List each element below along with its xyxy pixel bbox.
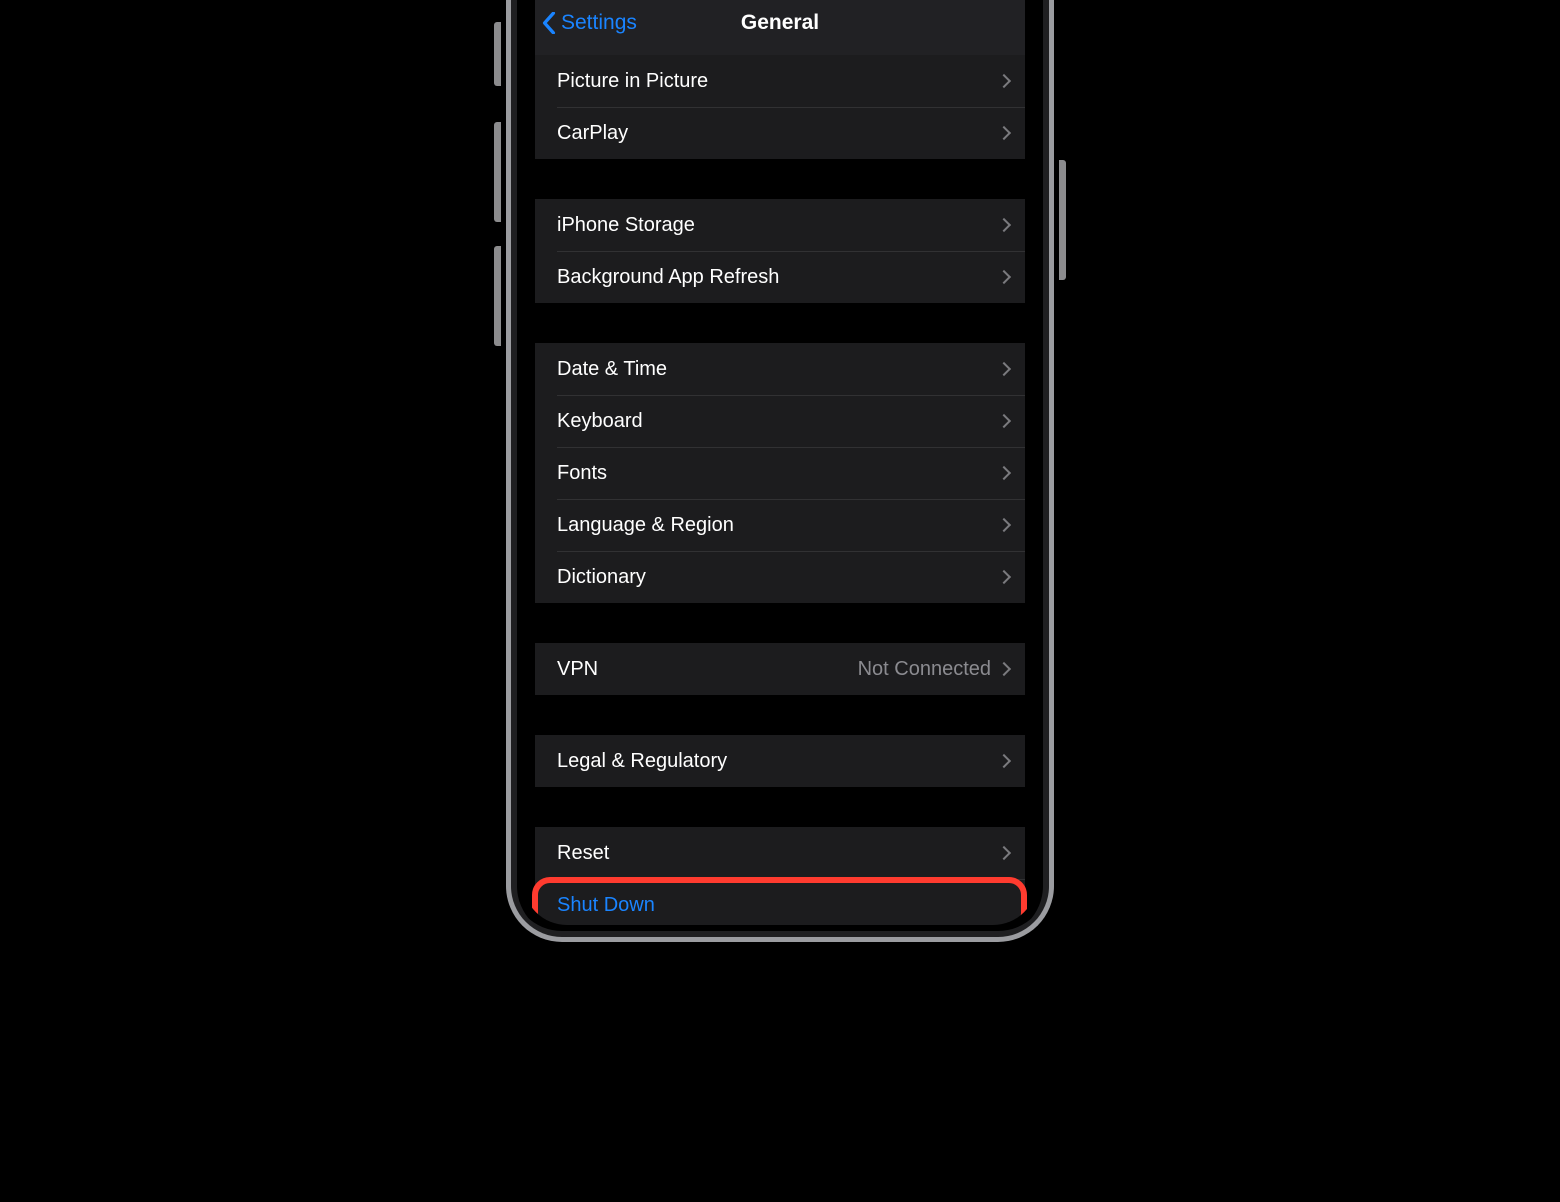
chevron-right-icon — [997, 74, 1011, 88]
row-detail: Not Connected — [858, 658, 991, 681]
navbar: Settings General — [535, 0, 1025, 55]
row-background-app-refresh[interactable]: Background App Refresh — [535, 251, 1025, 303]
settings-group: Reset Shut Down — [535, 827, 1025, 925]
row-carplay[interactable]: CarPlay — [535, 107, 1025, 159]
row-label: Date & Time — [557, 358, 999, 381]
row-label: Legal & Regulatory — [557, 750, 999, 773]
row-shut-down[interactable]: Shut Down — [535, 879, 1025, 925]
row-picture-in-picture[interactable]: Picture in Picture — [535, 55, 1025, 107]
chevron-right-icon — [997, 126, 1011, 140]
row-label: VPN — [557, 658, 858, 681]
chevron-right-icon — [997, 518, 1011, 532]
settings-group: Legal & Regulatory — [535, 735, 1025, 787]
row-vpn[interactable]: VPNNot Connected — [535, 643, 1025, 695]
row-label: Dictionary — [557, 566, 999, 589]
row-label: Language & Region — [557, 514, 999, 537]
row-label: Shut Down — [557, 894, 1011, 917]
chevron-right-icon — [997, 662, 1011, 676]
settings-general-screen: Settings General Picture in Picture CarPl… — [535, 0, 1025, 925]
row-fonts[interactable]: Fonts — [535, 447, 1025, 499]
chevron-left-icon — [541, 11, 557, 35]
settings-group: VPNNot Connected — [535, 643, 1025, 695]
row-label: Picture in Picture — [557, 70, 999, 93]
row-label: Background App Refresh — [557, 266, 999, 289]
chevron-right-icon — [997, 466, 1011, 480]
settings-group: Date & Time Keyboard Fonts Language & Regio… — [535, 343, 1025, 603]
row-keyboard[interactable]: Keyboard — [535, 395, 1025, 447]
row-label: Reset — [557, 842, 999, 865]
phone-device: Settings General Picture in Picture CarPl… — [506, 0, 1054, 942]
phone-screen: Settings General Picture in Picture CarPl… — [523, 0, 1037, 925]
chevron-right-icon — [997, 846, 1011, 860]
row-date-time[interactable]: Date & Time — [535, 343, 1025, 395]
row-label: Fonts — [557, 462, 999, 485]
row-label: CarPlay — [557, 122, 999, 145]
chevron-right-icon — [997, 414, 1011, 428]
row-legal-regulatory[interactable]: Legal & Regulatory — [535, 735, 1025, 787]
side-power-button — [1059, 160, 1066, 280]
ringer-switch — [494, 22, 501, 86]
settings-group: Picture in Picture CarPlay — [535, 55, 1025, 159]
row-language-region[interactable]: Language & Region — [535, 499, 1025, 551]
row-reset[interactable]: Reset — [535, 827, 1025, 879]
settings-group: iPhone Storage Background App Refresh — [535, 199, 1025, 303]
row-dictionary[interactable]: Dictionary — [535, 551, 1025, 603]
chevron-right-icon — [997, 754, 1011, 768]
row-label: iPhone Storage — [557, 214, 999, 237]
row-label: Keyboard — [557, 410, 999, 433]
back-label: Settings — [561, 11, 637, 35]
chevron-right-icon — [997, 570, 1011, 584]
volume-up-button — [494, 122, 501, 222]
row-iphone-storage[interactable]: iPhone Storage — [535, 199, 1025, 251]
back-button[interactable]: Settings — [541, 0, 637, 55]
chevron-right-icon — [997, 218, 1011, 232]
groups-host: Picture in Picture CarPlay iPhone Storage B… — [535, 55, 1025, 925]
phone-frame: Settings General Picture in Picture CarPl… — [506, 0, 1054, 942]
volume-down-button — [494, 246, 501, 346]
chevron-right-icon — [997, 362, 1011, 376]
chevron-right-icon — [997, 270, 1011, 284]
navbar-title: General — [741, 11, 819, 35]
